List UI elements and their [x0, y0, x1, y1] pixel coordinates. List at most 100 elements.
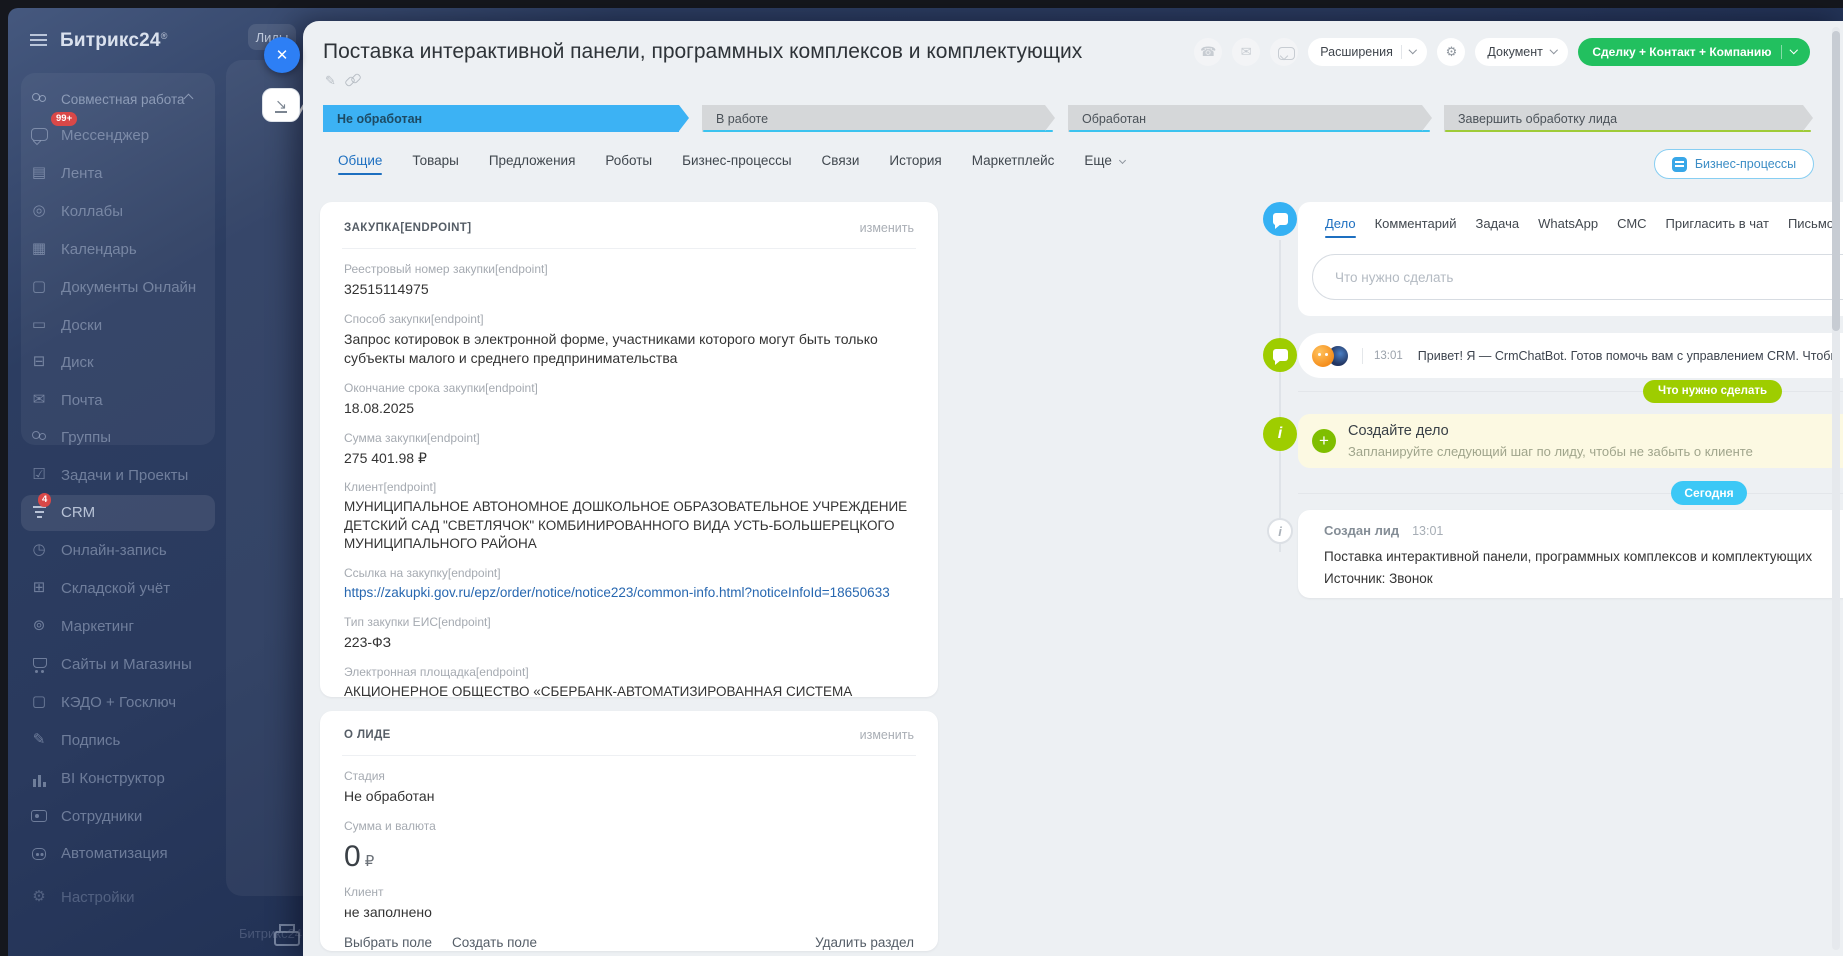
edit-section-link[interactable]: изменить	[860, 728, 914, 742]
booking-icon: ◷	[30, 541, 48, 559]
copy-link-icon[interactable]	[345, 73, 360, 87]
tab-more[interactable]: Еще	[1084, 153, 1124, 168]
stage-processed[interactable]: Обработан	[1068, 105, 1422, 132]
sidebar-item-calendar[interactable]: ▦Календарь	[30, 240, 137, 258]
business-process-button[interactable]: Бизнес-процессы	[1654, 149, 1814, 179]
tab-comment[interactable]: Комментарий	[1375, 216, 1457, 231]
sidebar-item-settings[interactable]: ⚙Настройки	[30, 888, 135, 906]
minimize-slider-button[interactable]: ↘	[262, 88, 300, 122]
tab-links[interactable]: Связи	[822, 153, 860, 168]
tab-activity[interactable]: Дело	[1325, 216, 1356, 231]
tab-whatsapp[interactable]: WhatsApp	[1538, 216, 1598, 231]
lead-created-entry: Создан лид13:01 Поставка интерактивной п…	[1298, 510, 1843, 598]
tab-marketplace[interactable]: Маркетплейс	[972, 153, 1055, 168]
timeline-info-icon: i	[1263, 417, 1297, 451]
entry-title: Создан лид	[1324, 523, 1399, 538]
stage-not-processed[interactable]: Не обработан	[323, 105, 679, 132]
scrollbar-thumb[interactable]	[1832, 31, 1840, 331]
chevron-down-icon	[1789, 46, 1797, 54]
today-badge: Сегодня	[1671, 481, 1747, 505]
mail-icon: ✉	[30, 391, 48, 409]
sidebar-item-boards[interactable]: ▭Доски	[30, 316, 102, 334]
sidebar-item-marketing[interactable]: ⊚Маркетинг	[30, 617, 134, 635]
field-purchase-method: Способ закупки[endpoint]Запрос котировок…	[344, 312, 914, 368]
tab-products[interactable]: Товары	[412, 153, 458, 168]
sidebar-item-booking[interactable]: ◷Онлайн-запись	[30, 541, 167, 559]
bizproc-icon	[1672, 157, 1687, 172]
document-button[interactable]: Документ	[1475, 38, 1568, 66]
sidebar-item-kedo[interactable]: ▢КЭДО + Госключ	[30, 693, 176, 711]
tab-sms[interactable]: СМС	[1617, 216, 1646, 231]
inventory-icon: ⊞	[30, 579, 48, 597]
lead-title: Поставка интерактивной панели, программн…	[323, 40, 1313, 64]
sidebar-item-staff[interactable]: Сотрудники	[30, 807, 142, 825]
edit-section-link[interactable]: изменить	[860, 221, 914, 235]
tab-general[interactable]: Общие	[338, 153, 382, 168]
timeline-chat-icon	[1263, 338, 1297, 372]
mail-icon-button[interactable]: ✉	[1232, 38, 1260, 66]
field-sum-currency: Сумма и валюта0₽	[344, 819, 914, 878]
chatbot-message-row[interactable]: 13:01 Привет! Я — CrmChatBot. Готов помо…	[1298, 333, 1843, 378]
section-title: О ЛИДЕ	[344, 729, 391, 741]
sidebar-item-feed[interactable]: ▤Лента	[30, 164, 103, 182]
stage-in-progress[interactable]: В работе	[702, 105, 1045, 132]
groups-icon	[30, 428, 48, 446]
sidebar-item-inventory[interactable]: ⊞Складской учёт	[30, 579, 170, 597]
staff-card-icon	[30, 807, 48, 825]
boards-icon: ▭	[30, 316, 48, 334]
menu-toggle-icon[interactable]	[30, 34, 47, 46]
sidebar-item-groups[interactable]: Группы	[30, 428, 111, 446]
sidebar-item-messenger[interactable]: 99+Мессенджер	[30, 126, 149, 144]
tab-task[interactable]: Задача	[1475, 216, 1519, 231]
entry-source: Источник: Звонок	[1324, 571, 1433, 586]
settings-gear-button[interactable]: ⚙	[1437, 38, 1465, 66]
add-plus-icon[interactable]: +	[1312, 429, 1336, 453]
sidebar-item-sites[interactable]: Сайты и Магазины	[30, 655, 192, 673]
tab-history[interactable]: История	[889, 153, 941, 168]
crm-count-badge: 4	[38, 493, 51, 507]
field-deadline: Окончание срока закупки[endpoint]18.08.2…	[344, 381, 914, 418]
sidebar-item-sign[interactable]: ✎Подпись	[30, 731, 120, 749]
delete-section-link[interactable]: Удалить раздел	[815, 935, 914, 951]
tab-bizproc[interactable]: Бизнес-процессы	[682, 153, 791, 168]
todo-input[interactable]	[1312, 254, 1843, 300]
field-stage: СтадияНе обработан	[344, 769, 914, 806]
stage-finish-processing[interactable]: Завершить обработку лида	[1444, 105, 1803, 132]
documents-icon: ▢	[30, 278, 48, 296]
sidebar-group-collab[interactable]: Совместная работа	[30, 90, 202, 108]
sidebar-item-collabs[interactable]: ◎Коллабы	[30, 202, 123, 220]
create-deal-contact-company-button[interactable]: Сделку + Контакт + Компанию	[1578, 38, 1810, 66]
close-slider-button[interactable]: ✕	[264, 37, 300, 73]
tab-invite-chat[interactable]: Пригласить в чат	[1666, 216, 1769, 231]
tab-robots[interactable]: Роботы	[605, 153, 652, 168]
divider	[1362, 348, 1363, 364]
crm-icon: 4	[30, 503, 48, 521]
sidebar-item-tasks[interactable]: ☑Задачи и Проекты	[30, 466, 188, 484]
sidebar-item-automation[interactable]: Автоматизация	[30, 844, 168, 862]
collaboration-icon	[30, 90, 48, 108]
sidebar-item-drive[interactable]: ⊟Диск	[30, 353, 94, 371]
sidebar-item-bi[interactable]: BI Конструктор	[30, 769, 165, 787]
create-field-link[interactable]: Создать поле	[452, 935, 537, 951]
screen: Битрикс24® Совместная работа 99+Мессендж…	[0, 0, 1843, 956]
tab-quotes[interactable]: Предложения	[489, 153, 576, 168]
sites-shop-icon	[30, 655, 48, 673]
edit-pencil-icon[interactable]: ✎	[325, 73, 336, 89]
field-purchase-link: Ссылка на закупку[endpoint]https://zakup…	[344, 566, 914, 602]
hint-title: Создайте дело	[1348, 423, 1449, 439]
todo-quick-pill[interactable]: Что нужно сделать	[1643, 380, 1782, 403]
tasks-icon: ☑	[30, 466, 48, 484]
phone-icon-button[interactable]: ☎	[1194, 38, 1222, 66]
chevron-down-icon	[1409, 46, 1417, 54]
printer-icon[interactable]	[272, 923, 298, 947]
create-activity-hint-card[interactable]: + Создайте дело Запланируйте следующий ш…	[1298, 414, 1843, 468]
tab-letter[interactable]: Письмо	[1788, 216, 1834, 231]
extensions-button[interactable]: Расширения	[1308, 38, 1427, 66]
sidebar-item-documents[interactable]: ▢Документы Онлайн	[30, 278, 196, 296]
select-field-link[interactable]: Выбрать поле	[344, 935, 432, 951]
sidebar-item-crm[interactable]: 4CRM	[30, 503, 95, 521]
sidebar-item-mail[interactable]: ✉Почта	[30, 391, 103, 409]
chat-icon-button[interactable]	[1270, 38, 1298, 66]
field-registry-number: Реестровый номер закупки[endpoint]325151…	[344, 262, 914, 299]
purchase-url-link[interactable]: https://zakupki.gov.ru/epz/order/notice/…	[344, 584, 914, 602]
